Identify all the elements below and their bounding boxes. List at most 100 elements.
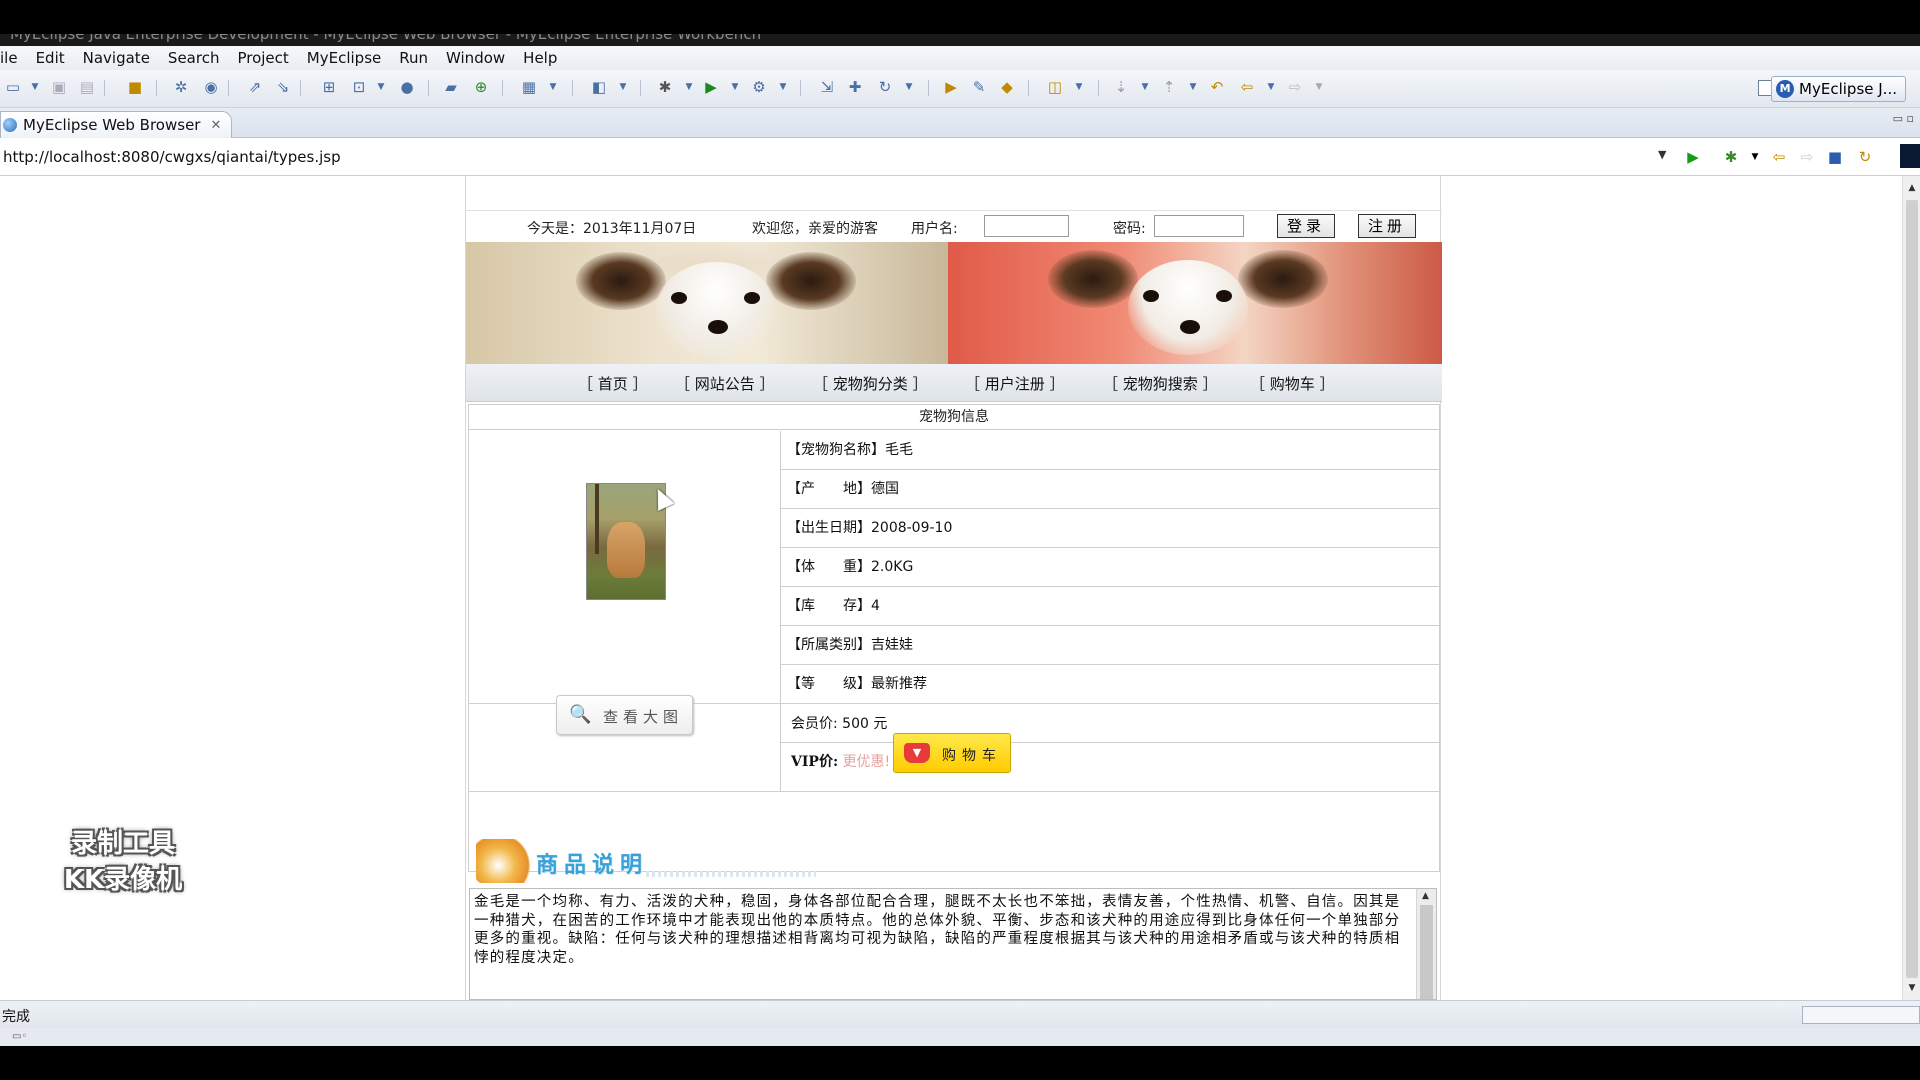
- url-input[interactable]: [0, 146, 1656, 168]
- tab-myeclipse-web-browser[interactable]: MyEclipse Web Browser ✕: [0, 111, 232, 138]
- banner-left-photo: [466, 242, 948, 364]
- menu-search[interactable]: Search: [159, 49, 229, 67]
- browser-forward-icon[interactable]: ⇨: [1798, 148, 1816, 166]
- forward-dropdown-icon[interactable]: ▼: [1310, 78, 1328, 96]
- server-icon[interactable]: ◉: [202, 78, 220, 96]
- view-large-image-button[interactable]: 🔍 查看大图: [556, 695, 693, 735]
- back-dropdown-icon[interactable]: ▼: [1262, 78, 1280, 96]
- refresh-icon[interactable]: ↻: [876, 78, 894, 96]
- back-icon[interactable]: ⇦: [1238, 78, 1256, 96]
- password-input[interactable]: [1154, 215, 1244, 237]
- favorites-icon[interactable]: ✱: [1722, 148, 1740, 166]
- browser-back-icon[interactable]: ⇦: [1770, 148, 1788, 166]
- refresh-dropdown-icon[interactable]: ▼: [900, 78, 918, 96]
- prev-annotation-dropdown-icon[interactable]: ▼: [1184, 78, 1202, 96]
- menu-help[interactable]: Help: [514, 49, 566, 67]
- menu-project[interactable]: Project: [228, 49, 297, 67]
- external-tools-icon[interactable]: ⚙: [750, 78, 768, 96]
- description-text: 金毛是一个均称、有力、活泼的犬种，稳固，身体各部位配合合理，腿既不太长也不笨拙，…: [474, 894, 1401, 966]
- fast-view-icon[interactable]: ▭◦: [12, 1031, 27, 1042]
- attr-weight: 【体 重】2.0KG: [787, 559, 914, 575]
- screen: MyEclipse Java Enterprise Development - …: [0, 0, 1920, 1080]
- globe-icon: [3, 118, 17, 132]
- edit-icon[interactable]: ✎: [970, 78, 988, 96]
- menu-myeclipse[interactable]: MyEclipse: [298, 49, 390, 67]
- run-icon[interactable]: ▶: [702, 78, 720, 96]
- today-date: 今天是：2013年11月07日: [527, 221, 697, 237]
- window-title: MyEclipse Java Enterprise Development - …: [10, 34, 762, 43]
- description-scrollbar[interactable]: ▲: [1416, 889, 1436, 999]
- attr-category: 【所属类别】吉娃娃: [787, 637, 913, 653]
- page-scrollbar[interactable]: ▲ ▼: [1902, 176, 1920, 1000]
- minimize-maximize-icon[interactable]: ▭ ▫: [1893, 112, 1914, 125]
- package-icon[interactable]: ■: [126, 78, 144, 96]
- attr-name: 【宠物狗名称】毛毛: [787, 442, 913, 458]
- new-ejb-icon[interactable]: ✚: [846, 78, 864, 96]
- status-bar: 完成: [0, 1000, 1920, 1028]
- screen-icon[interactable]: ▦: [520, 78, 538, 96]
- scroll-thumb[interactable]: [1906, 200, 1918, 978]
- scroll-up-icon[interactable]: ▲: [1422, 891, 1429, 901]
- window-icon[interactable]: ◧: [590, 78, 608, 96]
- next-annotation-dropdown-icon[interactable]: ▼: [1136, 78, 1154, 96]
- last-edit-icon[interactable]: ↶: [1208, 78, 1226, 96]
- print-icon[interactable]: ▤: [78, 78, 96, 96]
- menu-run[interactable]: Run: [390, 49, 437, 67]
- menu-window[interactable]: Window: [437, 49, 514, 67]
- window-dropdown-icon[interactable]: ▼: [614, 78, 632, 96]
- undeploy-icon[interactable]: ⇘: [274, 78, 292, 96]
- next-annotation-icon[interactable]: ⇣: [1112, 78, 1130, 96]
- new-class-icon[interactable]: ⊡: [350, 78, 368, 96]
- register-button[interactable]: 注册: [1358, 214, 1416, 238]
- login-button[interactable]: 登录: [1277, 214, 1335, 238]
- go-icon[interactable]: ▶: [1684, 148, 1702, 166]
- debug-dropdown-icon[interactable]: ▼: [680, 78, 698, 96]
- favorites-dropdown-icon[interactable]: ▼: [1746, 148, 1764, 166]
- add-to-cart-button[interactable]: ▼ 购物车: [893, 733, 1011, 773]
- nav-cart[interactable]: ［ 购物车 ］: [1250, 373, 1335, 394]
- open-folder-icon[interactable]: ▶: [942, 78, 960, 96]
- new-web-project-icon[interactable]: ⇲: [818, 78, 836, 96]
- nav-home[interactable]: ［ 首页 ］: [578, 373, 648, 394]
- debug-server-icon[interactable]: ✲: [172, 78, 190, 96]
- nav-dog-categories[interactable]: ［ 宠物狗分类 ］: [813, 373, 928, 394]
- menu-file[interactable]: ile: [0, 49, 27, 67]
- description-textarea[interactable]: 金毛是一个均称、有力、活泼的犬种，稳固，身体各部位配合合理，腿既不太长也不笨拙，…: [469, 888, 1437, 1000]
- save-icon[interactable]: ▣: [50, 78, 68, 96]
- nav-user-register[interactable]: ［ 用户注册 ］: [965, 373, 1065, 394]
- forward-icon[interactable]: ⇨: [1286, 78, 1304, 96]
- vip-price: VIP价: 更优惠!: [791, 754, 891, 770]
- search-folder-dropdown-icon[interactable]: ▼: [1070, 78, 1088, 96]
- username-input[interactable]: [984, 215, 1069, 237]
- scroll-down-icon[interactable]: ▼: [1903, 980, 1920, 996]
- nav-dog-search[interactable]: ［ 宠物狗搜索 ］: [1103, 373, 1218, 394]
- add-icon[interactable]: ⊕: [472, 78, 490, 96]
- tab-label: MyEclipse Web Browser: [23, 116, 201, 134]
- menu-navigate[interactable]: Navigate: [74, 49, 159, 67]
- url-dropdown-icon[interactable]: ▼: [1658, 148, 1666, 161]
- screen-dropdown-icon[interactable]: ▼: [544, 78, 562, 96]
- debug-icon[interactable]: ✱: [656, 78, 674, 96]
- menu-edit[interactable]: Edit: [27, 49, 74, 67]
- stop-icon[interactable]: ■: [1826, 148, 1844, 166]
- password-label: 密码:: [1113, 221, 1146, 237]
- prev-annotation-icon[interactable]: ⇡: [1160, 78, 1178, 96]
- deploy-icon[interactable]: ⇗: [246, 78, 264, 96]
- perspective-button[interactable]: M MyEclipse J...: [1771, 76, 1906, 102]
- new-icon[interactable]: ▭: [4, 78, 22, 96]
- nav-announcements[interactable]: ［ 网站公告 ］: [675, 373, 775, 394]
- close-icon[interactable]: ✕: [210, 118, 221, 133]
- scroll-up-icon[interactable]: ▲: [1903, 180, 1920, 196]
- export-icon[interactable]: ◆: [998, 78, 1016, 96]
- external-tools-dropdown-icon[interactable]: ▼: [774, 78, 792, 96]
- open-type-icon[interactable]: ⊞: [320, 78, 338, 96]
- folder-icon[interactable]: ▰: [442, 78, 460, 96]
- search-folder-icon[interactable]: ◫: [1046, 78, 1064, 96]
- welcome-text: 欢迎您，亲爱的游客: [752, 221, 878, 237]
- new-class-dropdown-icon[interactable]: ▼: [372, 78, 390, 96]
- run-dropdown-icon[interactable]: ▼: [726, 78, 744, 96]
- menu-bar: ile Edit Navigate Search Project MyEclip…: [0, 46, 1920, 70]
- browser-refresh-icon[interactable]: ↻: [1856, 148, 1874, 166]
- browser-icon[interactable]: ●: [398, 78, 416, 96]
- new-dropdown-icon[interactable]: ▼: [26, 78, 44, 96]
